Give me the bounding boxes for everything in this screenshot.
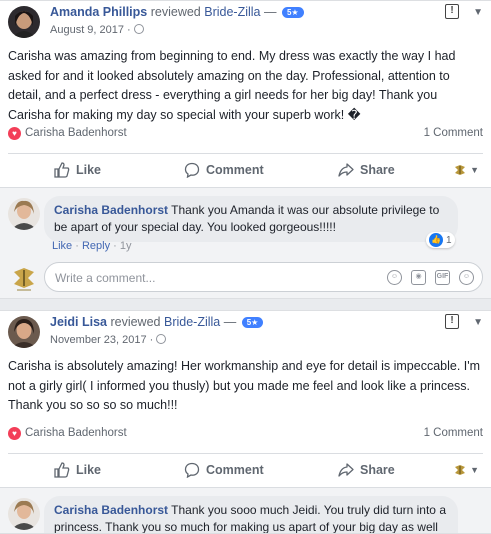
comment-label: Comment (206, 163, 264, 177)
reaction-name[interactable]: Carisha Badenhorst (25, 427, 127, 439)
action-text: reviewed (150, 5, 201, 19)
reaction-name[interactable]: Carisha Badenhorst (25, 127, 127, 139)
emoji-icon[interactable]: ☺ (387, 270, 402, 285)
heart-icon: ♥ (8, 427, 21, 440)
write-comment-row: Write a comment... ☺ ◉ GIF ☺ (0, 258, 491, 298)
comment-input[interactable]: Write a comment... ☺ ◉ GIF ☺ (44, 262, 483, 292)
separator-dot: · (110, 240, 120, 252)
separator: — (223, 315, 237, 329)
comment-button[interactable]: Comment (184, 462, 264, 478)
separator: — (264, 5, 277, 19)
chevron-down-icon[interactable]: ▼ (473, 7, 483, 18)
share-label: Share (360, 163, 395, 177)
bride-zilla-logo-icon (455, 165, 466, 175)
bride-zilla-logo-icon (455, 465, 466, 475)
share-icon (338, 163, 354, 177)
reply-actions: Like · Reply · 1y (52, 240, 132, 252)
comment-input-tools: ☺ ◉ GIF ☺ (387, 270, 474, 285)
post-meta: November 23, 2017 · (50, 334, 167, 346)
comment-placeholder: Write a comment... (55, 271, 156, 285)
comment-count[interactable]: 1 Comment (424, 427, 483, 439)
page-name-link[interactable]: Bride-Zilla (164, 315, 220, 329)
globe-icon (156, 334, 167, 344)
reply-like-link[interactable]: Like (52, 240, 72, 252)
comments-section: Carisha Badenhorst Thank you sooo much J… (0, 487, 491, 533)
page-name-link[interactable]: Bride-Zilla (204, 5, 260, 19)
heart-icon: ♥ (8, 127, 21, 140)
comments-section: Carisha Badenhorst Thank you Amanda it w… (0, 187, 491, 298)
action-text: reviewed (110, 315, 161, 329)
like-button[interactable]: Like (54, 462, 101, 478)
review-post-2: Jeidi Lisa reviewed Bride-Zilla — 5★ Nov… (0, 310, 491, 534)
reply-time[interactable]: 1y (120, 240, 132, 252)
action-bar: Like Comment Share ▼ (8, 453, 483, 487)
commenter-avatar[interactable] (8, 198, 40, 230)
separator-dot: · (72, 240, 82, 252)
reply-author-link[interactable]: Carisha Badenhorst (54, 503, 168, 517)
page-voice-selector[interactable]: ▼ (453, 463, 479, 477)
flag-icon[interactable]: ! (445, 4, 459, 19)
post-date[interactable]: August 9, 2017 · (50, 24, 131, 36)
comment-label: Comment (206, 463, 264, 477)
post-date[interactable]: November 23, 2017 · (50, 334, 153, 346)
review-text: Carisha is absolutely amazing! Her workm… (8, 359, 481, 412)
reply-like-count[interactable]: 👍 1 (426, 232, 455, 248)
like-label: Like (76, 463, 102, 477)
reply-author-link[interactable]: Carisha Badenhorst (54, 203, 168, 217)
like-label: Like (76, 163, 102, 177)
like-button[interactable]: Like (54, 162, 101, 178)
author-avatar[interactable] (8, 6, 40, 38)
comment-button[interactable]: Comment (184, 162, 264, 178)
review-post-1: Amanda Phillips reviewed Bride-Zilla — 5… (0, 0, 491, 299)
camera-icon[interactable]: ◉ (411, 270, 426, 285)
commenter-avatar[interactable] (8, 498, 40, 530)
comment-count[interactable]: 1 Comment (424, 127, 483, 139)
rating-badge: 5★ (281, 7, 304, 18)
rating-badge: 5★ (241, 317, 264, 328)
share-button[interactable]: Share (338, 162, 395, 178)
post-header: Jeidi Lisa reviewed Bride-Zilla — 5★ Nov… (8, 313, 483, 353)
reply-bubble: Carisha Badenhorst Thank you Amanda it w… (44, 196, 458, 242)
chevron-down-icon: ▼ (470, 165, 479, 175)
author-name-link[interactable]: Amanda Phillips (50, 5, 147, 19)
thumbs-up-icon (54, 162, 70, 178)
author-name-link[interactable]: Jeidi Lisa (50, 315, 107, 329)
share-label: Share (360, 463, 395, 477)
like-reaction-icon: 👍 (429, 233, 443, 247)
reply-like-number: 1 (446, 234, 452, 246)
gif-icon[interactable]: GIF (435, 270, 450, 285)
reactions-row: ♥ Carisha Badenhorst 1 Comment (8, 125, 483, 143)
sticker-icon[interactable]: ☺ (459, 270, 474, 285)
page-voice-selector[interactable]: ▼ (453, 163, 479, 177)
comment-icon (184, 462, 200, 478)
reply-reply-link[interactable]: Reply (82, 240, 110, 252)
action-bar: Like Comment Share ▼ (8, 153, 483, 187)
post-header: Amanda Phillips reviewed Bride-Zilla — 5… (8, 3, 483, 43)
review-text: Carisha was amazing from beginning to en… (8, 49, 456, 122)
chevron-down-icon: ▼ (470, 465, 479, 475)
globe-icon (133, 24, 144, 34)
reply-bubble: Carisha Badenhorst Thank you sooo much J… (44, 496, 458, 533)
post-meta: August 9, 2017 · (50, 24, 144, 36)
bride-zilla-page-avatar (8, 262, 40, 294)
thumbs-up-icon (54, 462, 70, 478)
share-icon (338, 463, 354, 477)
author-avatar[interactable] (8, 316, 40, 348)
chevron-down-icon[interactable]: ▼ (473, 317, 483, 328)
post-title-line: Jeidi Lisa reviewed Bride-Zilla — 5★ (50, 315, 264, 329)
share-button[interactable]: Share (338, 462, 395, 478)
flag-icon[interactable]: ! (445, 314, 459, 329)
reactions-row: ♥ Carisha Badenhorst 1 Comment (8, 425, 483, 443)
comment-icon (184, 162, 200, 178)
post-title-line: Amanda Phillips reviewed Bride-Zilla — 5… (50, 5, 304, 19)
